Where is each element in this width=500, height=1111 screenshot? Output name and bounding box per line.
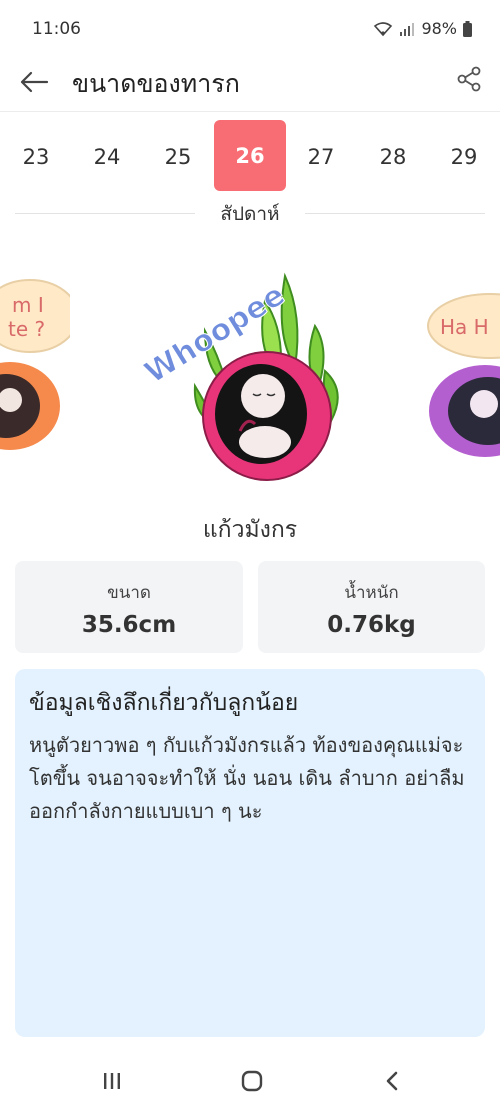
weight-value: 0.76kg [327,612,416,638]
weight-card: น้ำหนัก 0.76kg [258,561,485,653]
wifi-icon [374,21,393,36]
insight-panel: ข้อมูลเชิงลึกเกี่ยวกับลูกน้อย หนูตัวยาวพ… [15,669,485,1037]
size-label: ขนาด [107,583,151,603]
size-value: 35.6cm [81,612,177,638]
insight-body: หนูตัวยาวพอ ๆ กับแก้วมังกรแล้ว ท้องของคุ… [29,733,465,823]
previous-fruit-sticker[interactable]: m I te ? [0,276,70,476]
back-button[interactable] [16,64,52,100]
arrow-left-icon [20,71,49,93]
size-card: ขนาด 35.6cm [15,561,243,653]
week-item[interactable]: 23 [0,121,72,193]
recent-apps-button[interactable] [92,1064,132,1098]
share-button[interactable] [454,64,484,94]
week-item[interactable]: 28 [357,121,429,193]
signal-icon [400,22,415,36]
back-nav-button[interactable] [372,1064,412,1098]
week-item-selected[interactable]: 26 [214,120,286,191]
week-item[interactable]: 27 [285,121,357,193]
home-icon [241,1070,263,1092]
chevron-left-icon [386,1071,398,1091]
weight-label: น้ำหนัก [344,583,399,603]
fruit-name: แก้วมังกร [202,517,298,543]
week-item[interactable]: 29 [428,121,500,193]
next-fruit-sticker[interactable]: Ha H [420,286,500,486]
bubble-text: te ? [8,317,45,341]
bubble-text: Ha H [440,315,489,339]
bubble-text: m I [12,293,44,317]
week-selector: 23 24 25 26 27 28 29 [0,120,500,193]
fruit-carousel[interactable]: m I te ? Whoopee Ha H [0,246,500,496]
status-icons: 98% [373,19,472,38]
home-button[interactable] [232,1064,272,1098]
app-bar: ขนาดของทารก [0,58,500,112]
week-item[interactable]: 25 [142,121,214,193]
week-item[interactable]: 24 [71,121,143,193]
recent-apps-icon [104,1073,120,1089]
page-title: ขนาดของทารก [72,69,240,98]
week-label: สัปดาห์ [220,203,280,225]
battery-percent: 98% [421,19,457,38]
dragon-fruit-sticker[interactable]: Whoopee [135,256,365,486]
status-bar: 11:06 98% [0,0,500,58]
share-icon [457,66,481,92]
status-time: 11:06 [32,19,81,39]
insight-title: ข้อมูลเชิงลึกเกี่ยวกับลูกน้อย [29,690,299,716]
system-nav-bar [0,1050,500,1111]
battery-icon [463,20,472,37]
